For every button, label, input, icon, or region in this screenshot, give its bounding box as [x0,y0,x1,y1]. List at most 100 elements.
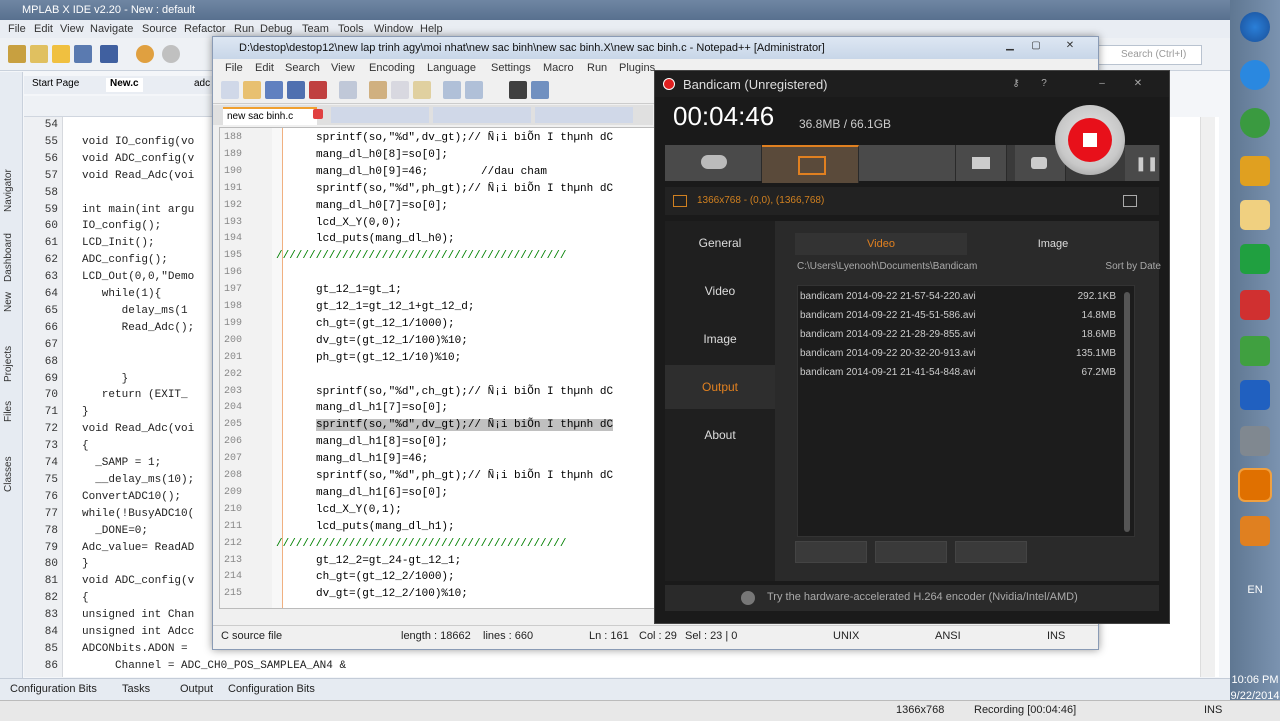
file-list-item[interactable]: bandicam 2014-09-22 21-57-54-220.avi 292.… [798,288,1128,306]
file-explorer-icon[interactable] [1240,200,1270,230]
panel-navigator[interactable]: Navigator [3,169,14,212]
open-folder-button[interactable] [955,145,1007,181]
window-restore-icon[interactable] [1123,195,1137,207]
menu-refactor[interactable]: Refactor [184,23,226,35]
tab-adc[interactable]: adc [190,78,214,92]
notepadpp-code-editor[interactable]: 188 sprintf(so,"%d",dv_gt);// Ñ¡i biÕn I … [219,127,655,609]
panel-files[interactable]: Files [3,401,14,422]
menu-run[interactable]: Run [234,23,254,35]
record-button[interactable] [1055,105,1125,175]
new-icon[interactable] [221,81,239,99]
bandicam-taskbar-icon[interactable] [1240,470,1270,500]
menu-view[interactable]: View [60,23,84,35]
app-gray-icon[interactable] [1240,426,1270,456]
notepadpp-taskbar-icon[interactable] [1240,516,1270,546]
cut-icon[interactable] [369,81,387,99]
print-icon[interactable] [339,81,357,99]
npp-menu-macro[interactable]: Macro [543,62,574,74]
menu-navigate[interactable]: Navigate [90,23,133,35]
npp-menu-settings[interactable]: Settings [491,62,531,74]
close-project-icon[interactable] [100,45,118,63]
upload-button[interactable] [875,541,947,563]
panel-new[interactable]: New [3,292,14,312]
tab-new-sac-binh-c[interactable]: new sac binh.c [223,107,317,125]
tab-other-1[interactable] [331,107,429,123]
delete-button[interactable] [955,541,1027,563]
new-file-icon[interactable] [8,45,26,63]
menu-window[interactable]: Window [374,23,413,35]
npp-menu-language[interactable]: Language [427,62,476,74]
subtab-image[interactable]: Image [967,233,1139,255]
open-icon[interactable] [243,81,261,99]
tab-output[interactable]: Output [180,683,213,695]
new-project-icon[interactable] [30,45,48,63]
mplab-scrollbar[interactable] [1200,117,1215,677]
bandicam-close-button[interactable]: ✕ [1127,77,1149,91]
menu-tools[interactable]: Tools [338,23,364,35]
language-indicator[interactable]: EN [1230,584,1280,596]
find-icon[interactable] [509,81,527,99]
save-all-icon[interactable] [74,45,92,63]
tab-tasks[interactable]: Tasks [122,683,150,695]
undo-icon[interactable] [443,81,461,99]
npp-menu-edit[interactable]: Edit [255,62,274,74]
undo-icon[interactable] [136,45,154,63]
subtab-video[interactable]: Video [795,233,967,255]
npp-menu-file[interactable]: File [225,62,243,74]
close-file-icon[interactable] [309,81,327,99]
maximize-button[interactable]: ▢ [1025,39,1047,53]
npp-menu-run[interactable]: Run [587,62,607,74]
npp-menu-view[interactable]: View [331,62,355,74]
panel-projects[interactable]: Projects [3,346,14,382]
search-input[interactable]: Search (Ctrl+I) [1090,45,1202,65]
device-mode-button[interactable] [859,145,956,181]
tab-close-icon[interactable] [313,109,323,119]
tab-configuration-bits[interactable]: Configuration Bits [10,683,97,695]
recorded-file-list[interactable]: bandicam 2014-09-22 21-57-54-220.avi 292.… [797,285,1135,537]
bandicam-minimize-button[interactable]: – [1091,77,1113,91]
internet-explorer-icon[interactable] [1240,60,1270,90]
sidebar-item-about[interactable]: About [665,413,775,457]
clock-time[interactable]: 10:06 PM [1230,674,1280,686]
help-icon[interactable]: ? [1033,77,1055,91]
file-list-scrollbar[interactable] [1124,292,1130,532]
npp-menu-search[interactable]: Search [285,62,320,74]
play-button[interactable] [795,541,867,563]
paste-icon[interactable] [413,81,431,99]
sort-by-date-button[interactable]: Sort by Date [1105,261,1161,272]
screen-mode-button[interactable] [762,145,859,183]
key-icon[interactable]: ⚷ [1005,77,1027,91]
menu-file[interactable]: File [8,23,26,35]
word-icon[interactable] [1240,380,1270,410]
save-all-icon[interactable] [287,81,305,99]
npp-menu-encoding[interactable]: Encoding [369,62,415,74]
game-mode-button[interactable] [665,145,762,181]
open-project-icon[interactable] [52,45,70,63]
tab-start-page[interactable]: Start Page [28,78,83,92]
replace-icon[interactable] [531,81,549,99]
file-list-item[interactable]: bandicam 2014-09-22 21-45-51-586.avi 14.8… [798,307,1128,325]
sidebar-item-general[interactable]: General [665,221,775,265]
app-green-icon[interactable] [1240,108,1270,138]
tab-other-2[interactable] [433,107,531,123]
npp-menu-plugins[interactable]: Plugins [619,62,655,74]
file-list-item[interactable]: bandicam 2014-09-22 21-28-29-855.avi 18.6… [798,326,1128,344]
menu-help[interactable]: Help [420,23,443,35]
tab-configuration-bits-2[interactable]: Configuration Bits [228,683,315,695]
menu-debug[interactable]: Debug [260,23,292,35]
pause-button[interactable]: ❚❚ [1125,145,1160,181]
menu-source[interactable]: Source [142,23,177,35]
sidebar-item-video[interactable]: Video [665,269,775,313]
file-list-item[interactable]: bandicam 2014-09-21 21-41-54-848.avi 67.2… [798,364,1128,382]
tab-other-3[interactable] [535,107,633,123]
redo-icon[interactable] [465,81,483,99]
sidebar-item-output[interactable]: Output [665,365,775,409]
file-list-item[interactable]: bandicam 2014-09-22 20-32-20-913.avi 135.… [798,345,1128,363]
menu-team[interactable]: Team [302,23,329,35]
close-button[interactable]: ✕ [1059,39,1081,53]
media-player-icon[interactable] [1240,156,1270,186]
panel-classes[interactable]: Classes [3,456,14,492]
save-icon[interactable] [265,81,283,99]
minimize-button[interactable]: ▁ [999,39,1021,53]
tab-new-c[interactable]: New.c [106,78,143,92]
